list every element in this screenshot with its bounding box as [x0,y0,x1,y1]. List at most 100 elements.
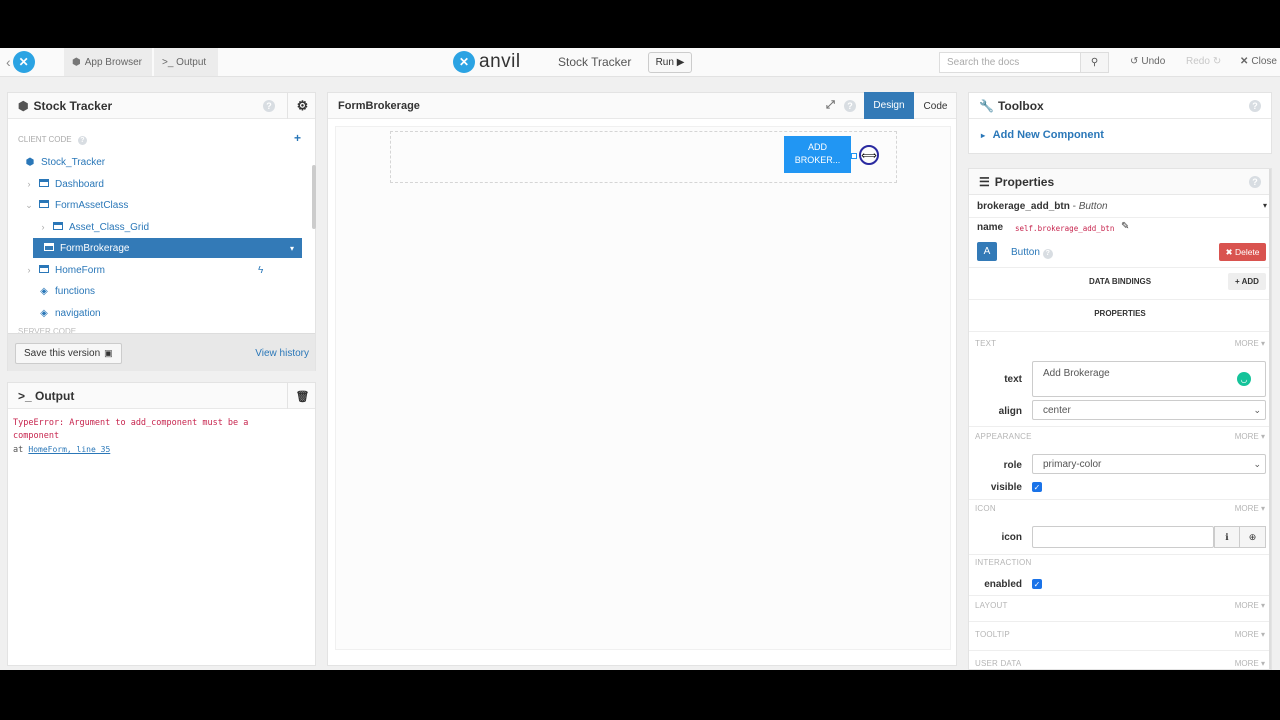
grammarly-icon[interactable]: ◡ [1237,372,1251,386]
caret-down-icon[interactable]: ▾ [290,244,294,253]
text-more-toggle[interactable]: MORE ▾ [1235,339,1265,348]
chevron-right-icon[interactable]: › [36,222,50,232]
floppy-icon: ▣ [104,348,113,358]
brand-name: anvil [479,51,521,72]
layout-more-toggle[interactable]: MORE ▾ [1235,601,1265,610]
chevron-down-icon: ⌄ [1253,458,1261,469]
properties-panel: ☰ Properties ? brokerage_add_btn - Butto… [968,168,1272,670]
chevron-right-icon[interactable]: › [22,179,36,189]
output-toggle-button[interactable]: >_ Output [154,48,218,76]
version-footer: Save this version ▣ View history [8,333,315,371]
view-history-link[interactable]: View history [255,348,309,359]
docs-search-input[interactable]: Search the docs [939,52,1081,73]
role-select[interactable]: primary-color ⌄ [1032,454,1266,474]
help-icon[interactable]: ? [1042,248,1053,259]
info-icon[interactable]: ℹ [1214,526,1240,548]
enabled-checkbox[interactable]: ✓ [1032,579,1042,589]
tree-item-asset-class-grid[interactable]: › Asset_Class_Grid [36,217,149,237]
name-label: name [977,222,1004,233]
package-icon: ⬢ [25,156,35,168]
tree-item-homeform[interactable]: › HomeForm ϟ [22,260,302,280]
brokerage-add-button[interactable]: ADD BROKER... [784,136,851,173]
component-selector[interactable]: brokerage_add_btn - Button ▾ [977,201,1267,212]
tooltip-section-header: TOOLTIP [975,630,1010,639]
pencil-icon[interactable]: ✎ [1121,221,1129,232]
tooltip-more-toggle[interactable]: MORE ▾ [1235,630,1265,639]
search-icon: ⚲ [1090,57,1099,68]
visible-prop-label: visible [990,482,1022,493]
text-section-header: TEXT [975,339,997,348]
form-designer: FormBrokerage ⤢ ? Design Code ADD BROKER… [327,92,957,666]
icon-picker-icon[interactable]: ⊕ [1240,526,1266,548]
tree-item-navigation[interactable]: ◈ navigation [36,303,100,323]
help-icon[interactable]: ? [1249,176,1261,188]
output-panel-header: >_ Output 🗑 [8,383,315,409]
enabled-prop-label: enabled [984,579,1022,590]
component-type-link[interactable]: Button ? [1011,247,1053,259]
help-icon[interactable]: ? [1249,100,1261,112]
resize-handle[interactable] [851,153,857,159]
delete-button[interactable]: ✖ Delete [1219,243,1266,261]
add-client-module-icon[interactable]: + [294,131,301,145]
tree-item-formbrokerage[interactable]: FormBrokerage ▾ [33,238,302,258]
properties-section-header: PROPERTIES [1094,309,1146,318]
undo-button[interactable]: ↺ Undo [1130,56,1165,67]
redo-button[interactable]: Redo ↻ [1186,56,1221,67]
save-version-button[interactable]: Save this version ▣ [15,343,122,364]
flow-panel-dropzone[interactable]: ADD BROKER... ⟺ [390,131,897,183]
wrench-icon: 🔧 [979,98,994,113]
text-prop-input[interactable]: Add Brokerage [1032,361,1266,397]
back-to-home[interactable]: ‹ ✕ [6,51,35,73]
app-panel-header: ⬢ Stock Tracker ? ⚙ [8,93,315,119]
gear-icon[interactable]: ⚙ [287,93,317,119]
add-new-component-toggle[interactable]: ▸ Add New Component [981,129,1104,141]
icon-input[interactable] [1032,526,1214,548]
close-button[interactable]: ✕ Close [1240,56,1277,67]
anvil-logo-icon: ✕ [453,51,475,73]
tree-scrollbar[interactable] [312,165,316,229]
output-panel: >_ Output 🗑 TypeError: Argument to add_c… [7,382,316,666]
button-type-badge: A [977,242,997,261]
run-button[interactable]: Run ▶ [648,52,692,73]
tree-item-stock-tracker[interactable]: ⬢ Stock_Tracker [22,152,105,172]
icon-more-toggle[interactable]: MORE ▾ [1235,504,1265,513]
toolbox-header: 🔧 Toolbox ? [969,93,1271,119]
tree-item-functions[interactable]: ◈ functions [36,281,95,301]
help-icon[interactable]: ? [77,136,87,145]
appearance-more-toggle[interactable]: MORE ▾ [1235,432,1265,441]
tab-design[interactable]: Design [864,92,914,119]
name-value[interactable]: self.brokerage_add_btn [1015,224,1114,233]
redo-icon: ↻ [1212,56,1222,67]
chevron-down-icon[interactable]: ⌄ [22,200,36,211]
help-icon[interactable]: ? [844,100,856,112]
resize-cursor-icon: ⟺ [859,145,879,165]
sliders-icon: ☰ [979,174,990,189]
visible-checkbox[interactable]: ✓ [1032,482,1042,492]
chevron-left-icon: ‹ [6,54,11,70]
help-icon[interactable]: ? [263,100,275,112]
trash-icon[interactable]: 🗑 [287,383,317,409]
app-panel-title: Stock Tracker [33,98,113,113]
properties-scrollbar[interactable] [1269,169,1271,669]
search-button[interactable]: ⚲ [1081,52,1109,73]
form-icon [36,264,52,276]
caret-right-icon: ▸ [981,131,986,140]
expand-icon[interactable]: ⤢ [826,99,835,112]
cubes-icon: ⬢ [18,98,29,113]
user-data-more-toggle[interactable]: MORE ▾ [1235,659,1265,668]
tree-item-dashboard[interactable]: › Dashboard [22,174,104,194]
align-select[interactable]: center ⌄ [1032,400,1266,420]
tab-code[interactable]: Code [914,93,957,119]
design-canvas[interactable]: ADD BROKER... ⟺ [335,126,951,650]
form-icon [41,242,57,254]
add-binding-button[interactable]: + ADD [1228,273,1266,290]
app-browser-button[interactable]: ⬢ App Browser [64,48,152,76]
form-icon [36,199,52,211]
module-icon: ◈ [40,285,48,297]
layout-section-header: LAYOUT [975,601,1008,610]
chevron-right-icon[interactable]: › [22,265,36,275]
lightning-icon: ϟ [258,264,264,276]
tree-item-formassetclass[interactable]: ⌄ FormAssetClass [22,195,128,215]
cubes-icon: ⬢ [72,56,81,68]
error-location-link[interactable]: HomeForm, line 35 [28,445,110,454]
